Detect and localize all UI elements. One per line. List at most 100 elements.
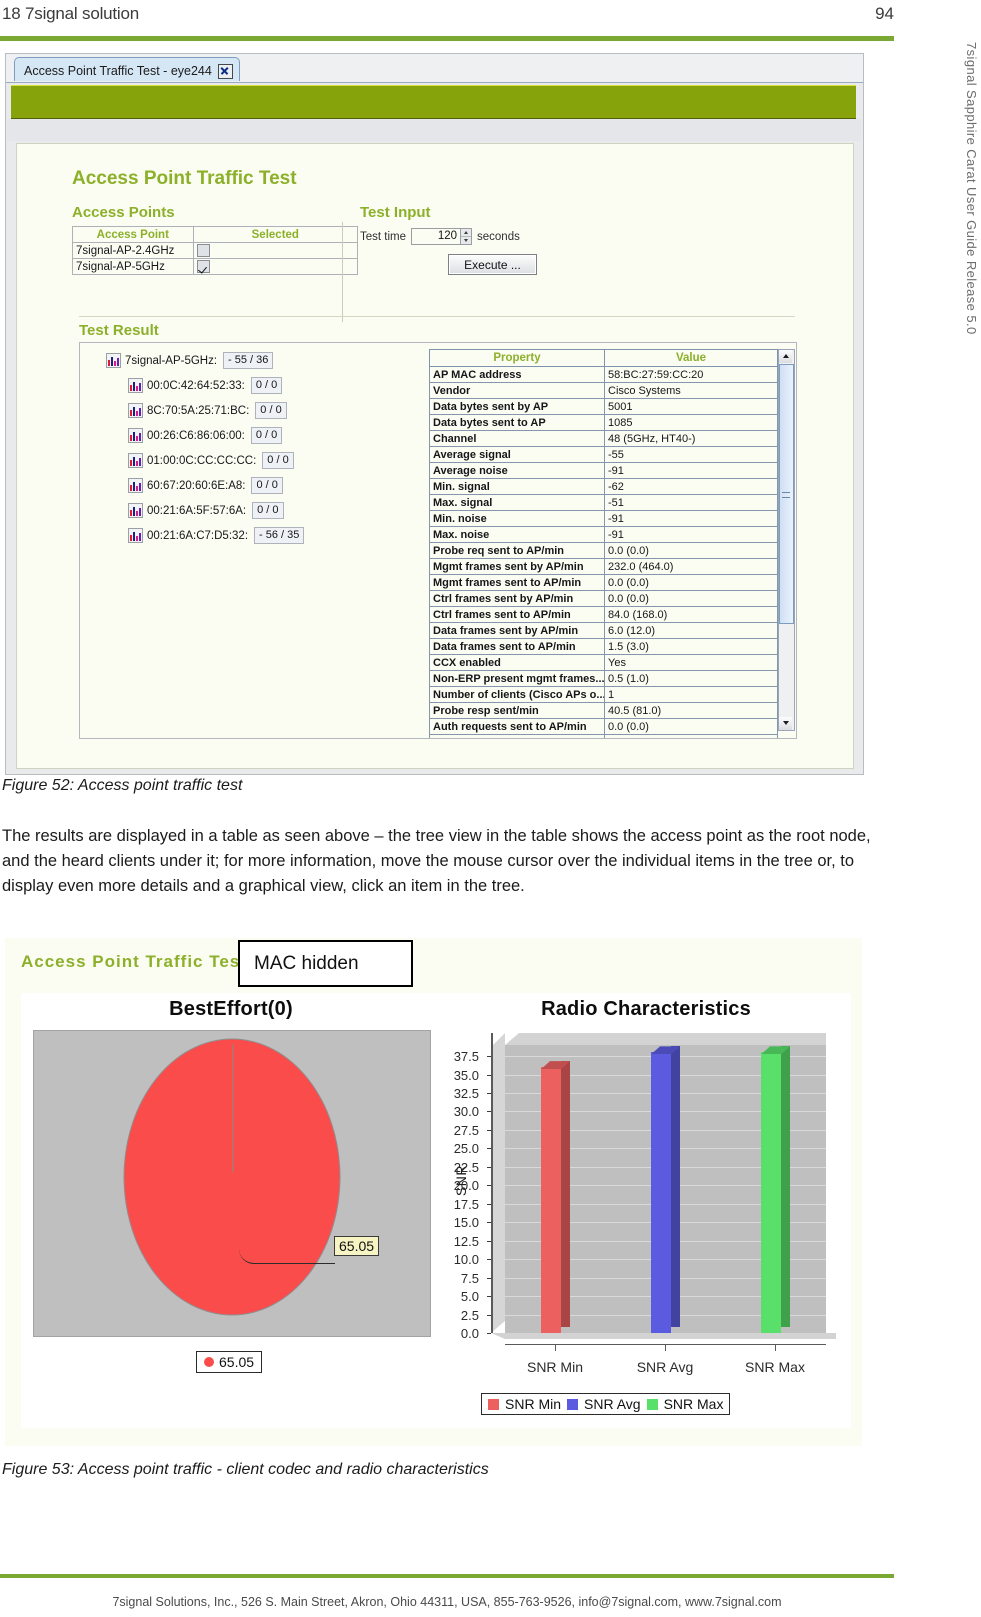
test-time-stepper[interactable]: 120 xyxy=(411,228,473,245)
table-row[interactable]: Channel 48 (5GHz, HT40-) xyxy=(429,430,778,447)
table-row[interactable]: Mgmt frames sent to AP/min 0.0 (0.0) xyxy=(429,574,778,591)
toolbar-green-band xyxy=(11,85,856,120)
checkbox-checked-icon[interactable] xyxy=(196,259,210,273)
table-row[interactable]: Auth responses sent by AP/min0.0 (0.0) xyxy=(429,734,778,738)
y-tick-label: 15.0 xyxy=(453,1215,479,1231)
y-tick-mark xyxy=(487,1185,491,1187)
bar-snr-max[interactable] xyxy=(761,1046,790,1333)
table-row[interactable]: Min. noise -91 xyxy=(429,510,778,527)
table-row[interactable]: Data frames sent by AP/min 6.0 (12.0) xyxy=(429,622,778,639)
property-cell: Number of clients (Cisco APs o... xyxy=(429,686,605,703)
tree-node-client[interactable]: 00:21:6A:5F:57:6A: 0 / 0 xyxy=(80,498,425,523)
table-row[interactable]: Number of clients (Cisco APs o... 1 xyxy=(429,686,778,703)
property-cell: Data bytes sent by AP xyxy=(429,398,605,415)
vertical-divider xyxy=(342,222,343,322)
table-row[interactable]: Data frames sent to AP/min 1.5 (3.0) xyxy=(429,638,778,655)
pie-plot-area: 65.05 xyxy=(33,1030,431,1337)
value-cell: 0.0 (0.0) xyxy=(604,574,778,591)
value-cell: 232.0 (464.0) xyxy=(604,558,778,575)
table-row[interactable]: Ctrl frames sent to AP/min 84.0 (168.0) xyxy=(429,606,778,623)
property-table-container: Property Value AP MAC address 58:BC:27:59… xyxy=(429,343,796,738)
table-row[interactable]: Data bytes sent by AP 5001 xyxy=(429,398,778,415)
table-row[interactable]: Average signal -55 xyxy=(429,446,778,463)
bar-snr-avg[interactable] xyxy=(651,1046,680,1333)
scrollbar-thumb[interactable] xyxy=(779,364,794,624)
value-cell: 40.5 (81.0) xyxy=(604,702,778,719)
table-row[interactable]: Vendor Cisco Systems xyxy=(429,382,778,399)
tree-node-client[interactable]: 60:67:20:60:6E:A8: 0 / 0 xyxy=(80,473,425,498)
bar-snr-min[interactable] xyxy=(541,1061,570,1333)
value-cell: -91 xyxy=(604,526,778,543)
pie-slice-65[interactable] xyxy=(123,1038,341,1316)
tree-node-client[interactable]: 8C:70:5A:25:71:BC: 0 / 0 xyxy=(80,398,425,423)
x-tick-label: SNR Avg xyxy=(636,1359,694,1375)
close-icon[interactable] xyxy=(217,63,233,79)
access-point-name: 7signal-AP-2.4GHz xyxy=(72,242,194,259)
table-row[interactable]: Non-ERP present mgmt frames... 0.5 (1.0) xyxy=(429,670,778,687)
pie-slice-divider xyxy=(232,1044,233,1173)
legend-swatch-icon xyxy=(646,1398,658,1410)
access-point-traffic-test-window: Access Point Traffic Test - eye244 Acces… xyxy=(5,53,864,775)
property-table-scrollbar[interactable] xyxy=(778,349,795,731)
table-row[interactable]: Max. signal -51 xyxy=(429,494,778,511)
value-cell: -91 xyxy=(604,462,778,479)
bar-legend: SNR Min SNR Avg SNR Max xyxy=(481,1393,731,1415)
bar-chart-title: Radio Characteristics xyxy=(541,998,751,1020)
scroll-down-icon[interactable] xyxy=(779,717,792,730)
radio-characteristics-bar-chart: Radio Characteristics SNR 37.5 35.0 32.5 30… xyxy=(441,993,851,1428)
value-cell: -62 xyxy=(604,478,778,495)
table-row[interactable]: CCX enabled Yes xyxy=(429,654,778,671)
table-row[interactable]: Min. signal -62 xyxy=(429,478,778,495)
y-tick-label: 12.5 xyxy=(453,1233,479,1249)
col-access-point: Access Point xyxy=(72,226,194,243)
tab-strip: Access Point Traffic Test - eye244 xyxy=(6,54,863,83)
tree-node-root[interactable]: 7signal-AP-5GHz: - 55 / 36 xyxy=(80,348,425,373)
test-time-input[interactable]: 120 xyxy=(412,229,461,244)
y-tick-label: 32.5 xyxy=(453,1086,479,1101)
tree-node-label: 8C:70:5A:25:71:BC: xyxy=(147,404,250,417)
tab-access-point-traffic-test[interactable]: Access Point Traffic Test - eye244 xyxy=(14,57,240,81)
pie-chart-title: BestEffort(0) xyxy=(169,998,293,1020)
table-row[interactable]: Data bytes sent to AP 1085 xyxy=(429,414,778,431)
bar-chart-icon xyxy=(106,353,121,368)
tree-node-client[interactable]: 00:0C:42:64:52:33: 0 / 0 xyxy=(80,373,425,398)
stepper-down-icon[interactable] xyxy=(461,237,472,244)
y-tick-label: 2.5 xyxy=(460,1307,479,1323)
property-cell: Ctrl frames sent to AP/min xyxy=(429,606,605,623)
property-cell: Average signal xyxy=(429,446,605,463)
tree-node-label: 01:00:0C:CC:CC:CC: xyxy=(147,454,257,467)
execute-button[interactable]: Execute ... xyxy=(448,254,537,275)
side-rail-title: 7signal Sapphire Carat User Guide Releas… xyxy=(964,42,979,335)
tree-node-value: 0 / 0 xyxy=(250,377,283,394)
table-row[interactable]: Probe resp sent/min 40.5 (81.0) xyxy=(429,702,778,719)
table-row[interactable]: Ctrl frames sent by AP/min 0.0 (0.0) xyxy=(429,590,778,607)
section-divider xyxy=(79,316,795,317)
table-row[interactable]: 7signal-AP-5GHz xyxy=(72,258,359,275)
selected-cell[interactable] xyxy=(192,258,359,275)
scroll-up-icon[interactable] xyxy=(779,350,792,363)
table-row[interactable]: Max. noise -91 xyxy=(429,526,778,543)
table-row[interactable]: Mgmt frames sent by AP/min 232.0 (464.0) xyxy=(429,558,778,575)
tree-node-client[interactable]: 00:26:C6:86:06:00: 0 / 0 xyxy=(80,423,425,448)
table-row[interactable]: Probe req sent to AP/min 0.0 (0.0) xyxy=(429,542,778,559)
table-row[interactable]: Auth requests sent to AP/min 0.0 (0.0) xyxy=(429,718,778,735)
besteffort-pie-chart: BestEffort(0) 65.05 65.05 xyxy=(21,993,441,1428)
table-row[interactable]: Average noise -91 xyxy=(429,462,778,479)
client-codec-radio-window: Access Point Traffic Test - ( MAC hidden… xyxy=(5,938,862,1446)
stepper-up-icon[interactable] xyxy=(461,229,472,237)
bar-chart-icon xyxy=(128,378,143,393)
value-cell: 1.5 (3.0) xyxy=(604,638,778,655)
stepper-buttons[interactable] xyxy=(460,229,472,244)
property-cell: Min. noise xyxy=(429,510,605,527)
property-cell: Data bytes sent to AP xyxy=(429,414,605,431)
y-tick-mark xyxy=(487,1166,491,1168)
tree-node-label: 00:21:6A:C7:D5:32: xyxy=(147,529,249,542)
property-cell: Probe req sent to AP/min xyxy=(429,542,605,559)
table-row[interactable]: 7signal-AP-2.4GHz xyxy=(72,242,359,259)
tree-node-client[interactable]: 00:21:6A:C7:D5:32: - 56 / 35 xyxy=(80,523,425,548)
tree-node-client[interactable]: 01:00:0C:CC:CC:CC: 0 / 0 xyxy=(80,448,425,473)
checkbox-unchecked-icon[interactable] xyxy=(196,243,210,257)
tree-node-value: - 55 / 36 xyxy=(223,352,274,369)
selected-cell[interactable] xyxy=(192,242,359,259)
table-row[interactable]: AP MAC address 58:BC:27:59:CC:20 xyxy=(429,366,778,383)
